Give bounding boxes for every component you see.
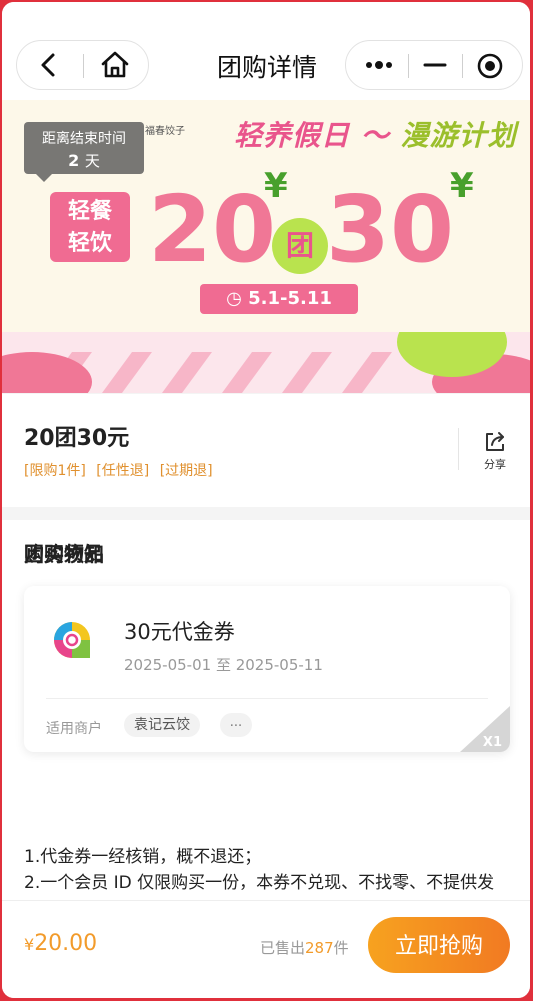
countdown-days: 2 (68, 151, 80, 170)
share-separator (458, 428, 459, 470)
banner-tag: 轻餐 轻饮 (50, 192, 130, 262)
nav-left-capsule (16, 40, 149, 90)
price-value: 20.00 (34, 931, 98, 956)
promo-banner: 距离结束时间 2 天 福春饺子 轻养假日 ～ 漫游计划 轻餐 轻饮 20 ¥ 团… (2, 100, 530, 393)
price: ¥20.00 (24, 931, 97, 956)
share-label: 分享 (484, 458, 506, 471)
nav-right-capsule (345, 40, 523, 90)
countdown-tail (36, 174, 52, 182)
tag-line1: 轻餐 (67, 199, 112, 224)
sold-prefix: 已售出 (260, 939, 306, 957)
brand-logo: 福春饺子 (145, 126, 185, 137)
sold-number: 287 (305, 939, 334, 957)
countdown-label: 距离结束时间 (42, 131, 126, 147)
more-icon[interactable] (364, 53, 396, 77)
items-section: 团购物品 30元代金券 2025-05-01 至 2025-05-11 适用商户… (2, 520, 530, 919)
countdown-unit: 天 (84, 152, 100, 170)
voucher-card[interactable]: 30元代金券 2025-05-01 至 2025-05-11 适用商户 袁记云饺… (24, 586, 510, 752)
share-button[interactable]: 分享 (480, 430, 510, 472)
notice-section-title: 购买须知 (24, 542, 104, 566)
banner-slogan: 轻养假日 ～ 漫游计划 (234, 119, 517, 152)
tag-line2: 轻饮 (67, 231, 112, 256)
share-icon (486, 432, 504, 451)
tag-refund-anytime: [任性退] (96, 463, 150, 479)
phone-frame: 团购详情 距离结束时间 2 天 福春饺子 轻养假日 ～ 漫游计划 轻餐 轻饮 2… (2, 2, 530, 998)
slogan-part2: 漫游计划 (400, 119, 517, 152)
clock-icon: ◷ (226, 288, 242, 309)
nav-separator (83, 54, 84, 78)
banner-value-amount: 30 (326, 176, 455, 283)
more-merchants-chip[interactable]: ... (220, 713, 252, 737)
voucher-logo-icon (54, 622, 90, 658)
tuan-badge: 团 (272, 218, 328, 274)
deal-info: 20团30元 [限购1件] [任性退] [过期退] 分享 (2, 394, 530, 507)
price-currency: ¥ (24, 935, 35, 954)
date-range-text: 5.1-5.11 (248, 288, 332, 309)
merchant-chip[interactable]: 袁记云饺 (124, 713, 200, 737)
buy-now-button[interactable]: 立即抢购 (368, 917, 510, 973)
nav-bar: 团购详情 (2, 2, 530, 100)
quantity-label: X1 (482, 735, 502, 750)
voucher-validity: 2025-05-01 至 2025-05-11 (124, 656, 323, 674)
deal-tags: [限购1件] [任性退] [过期退] (24, 460, 219, 480)
nav-separator (462, 54, 463, 78)
sold-count: 已售出287件 (260, 937, 349, 958)
tag-limit: [限购1件] (24, 463, 86, 479)
page-title: 团购详情 (216, 53, 317, 82)
banner-decoration (2, 332, 530, 393)
banner-date-range: ◷ 5.1-5.11 (200, 284, 358, 314)
countdown-badge: 距离结束时间 2 天 (24, 122, 144, 182)
sold-suffix: 件 (333, 939, 349, 957)
merchant-label: 适用商户 (46, 721, 102, 737)
back-icon[interactable] (35, 51, 63, 79)
yen-symbol: ¥ (450, 166, 474, 206)
notice-line-1: 1.代金券一经核销，概不退还； (24, 847, 262, 867)
banner-pay-amount: 20 (148, 176, 277, 283)
tag-refund-expired: [过期退] (159, 463, 213, 479)
minimize-icon[interactable] (422, 53, 448, 77)
voucher-name: 30元代金券 (124, 620, 235, 644)
home-icon[interactable] (99, 49, 131, 81)
bottom-bar: ¥20.00 已售出287件 立即抢购 (2, 900, 530, 998)
yen-symbol: ¥ (264, 166, 288, 206)
slogan-part1: 轻养假日 (234, 119, 351, 152)
nav-separator (408, 54, 409, 78)
card-divider (46, 698, 488, 699)
deal-title: 20团30元 (24, 426, 130, 451)
close-miniprogram-icon[interactable] (476, 52, 504, 80)
